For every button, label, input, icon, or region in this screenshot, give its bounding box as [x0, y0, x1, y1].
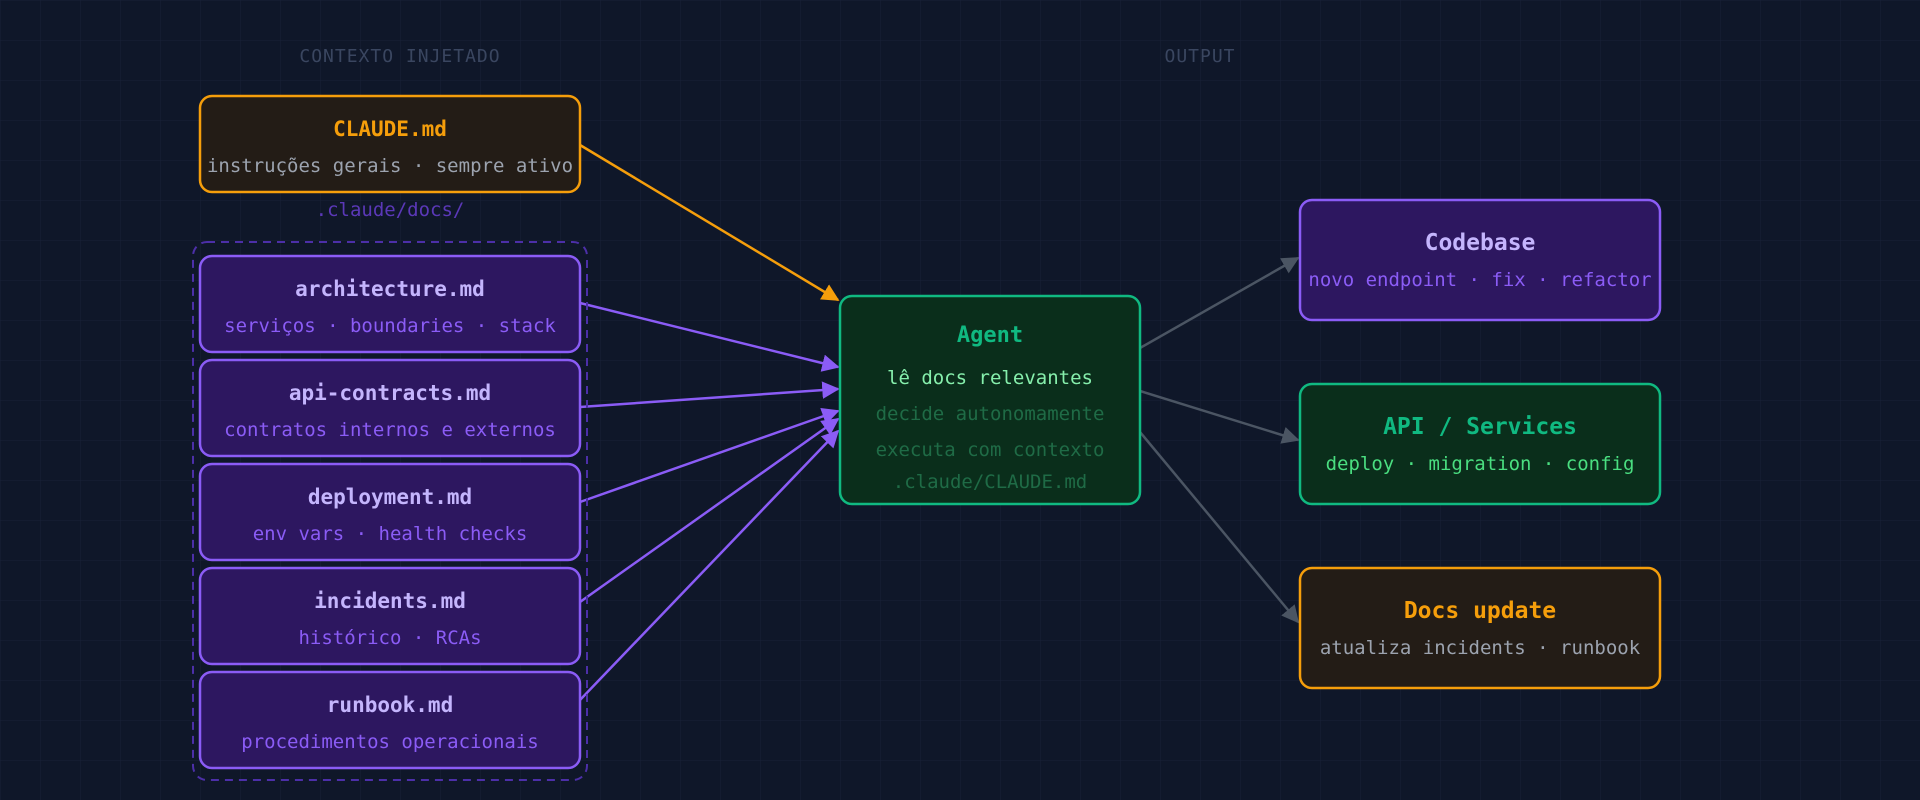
output-title: API / Services	[1383, 414, 1577, 440]
doc-node-api-contracts: api-contracts.md contratos internos e ex…	[198, 358, 582, 458]
doc-subtitle: histórico · RCAs	[298, 627, 481, 649]
doc-node-architecture: architecture.md serviços · boundaries · …	[198, 254, 582, 354]
output-node-api-services: API / Services deploy · migration · conf…	[1298, 382, 1662, 506]
output-subtitle: atualiza incidents · runbook	[1320, 637, 1641, 659]
doc-subtitle: procedimentos operacionais	[241, 731, 538, 753]
output-node-docs-update: Docs update atualiza incidents · runbook	[1298, 566, 1662, 690]
output-title: Codebase	[1425, 230, 1536, 256]
claude-md-node: CLAUDE.md instruções gerais · sempre ati…	[198, 94, 582, 194]
agent-line-executes: executa com contexto	[876, 439, 1105, 461]
output-subtitle: novo endpoint · fix · refactor	[1308, 269, 1651, 291]
doc-node-incidents: incidents.md histórico · RCAs	[198, 566, 582, 666]
output-title: Docs update	[1404, 598, 1556, 624]
doc-title: deployment.md	[308, 485, 472, 509]
context-section-label: CONTEXTO INJETADO	[299, 46, 500, 67]
agent-node: Agent lê docs relevantes decide autonoma…	[838, 294, 1142, 506]
output-section-label: OUTPUT	[1164, 46, 1235, 67]
agent-line-reads-docs: lê docs relevantes	[887, 367, 1093, 389]
output-subtitle: deploy · migration · config	[1326, 453, 1635, 475]
agent-line-source: .claude/CLAUDE.md	[893, 471, 1087, 493]
doc-title: api-contracts.md	[289, 381, 491, 405]
doc-title: incidents.md	[314, 589, 466, 613]
doc-subtitle: contratos internos e externos	[224, 419, 556, 441]
doc-node-deployment: deployment.md env vars · health checks	[198, 462, 582, 562]
claude-md-subtitle: instruções gerais · sempre ativo	[207, 155, 573, 177]
context-flow-diagram: CONTEXTO INJETADO OUTPUT CLAUDE.md instr…	[0, 0, 1920, 800]
claude-md-title: CLAUDE.md	[333, 117, 447, 141]
agent-line-decides: decide autonomamente	[876, 403, 1105, 425]
docs-group-label: .claude/docs/	[316, 199, 465, 221]
doc-subtitle: env vars · health checks	[253, 523, 528, 545]
agent-title: Agent	[957, 323, 1023, 348]
output-node-codebase: Codebase novo endpoint · fix · refactor	[1298, 198, 1662, 322]
doc-subtitle: serviços · boundaries · stack	[224, 315, 556, 337]
doc-node-runbook: runbook.md procedimentos operacionais	[198, 670, 582, 770]
doc-title: architecture.md	[295, 277, 485, 301]
doc-title: runbook.md	[327, 693, 453, 717]
